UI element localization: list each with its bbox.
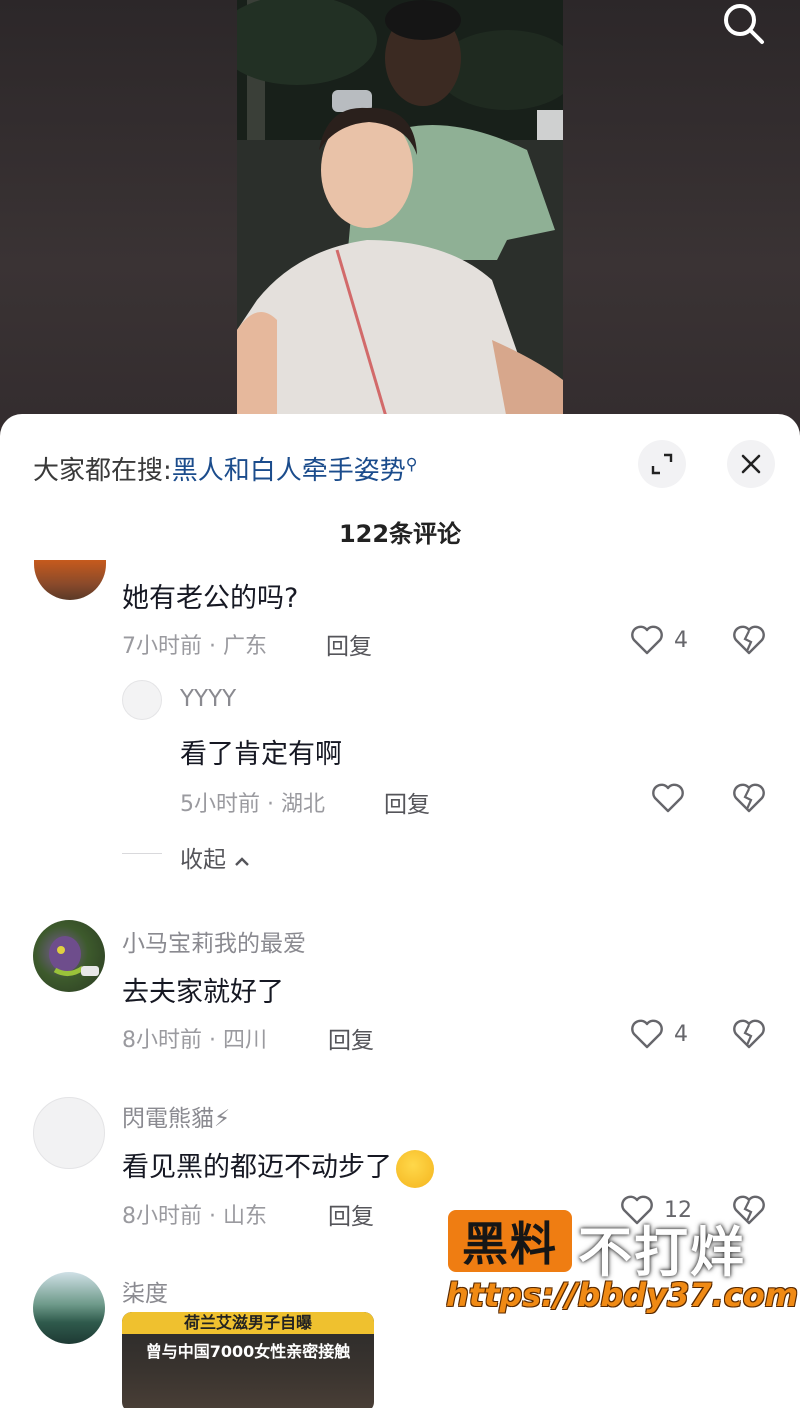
reply-button[interactable]: 回复 xyxy=(328,1021,374,1055)
comment-meta: 8小时前 · 四川 xyxy=(122,1028,267,1053)
hot-search-bar[interactable]: 大家都在搜:黑人和白人牵手姿势⚲ xyxy=(33,450,418,487)
comment-meta: 8小时前 · 山东 xyxy=(122,1204,267,1229)
like-count: 4 xyxy=(674,1021,688,1047)
username[interactable]: 小马宝莉我的最爱 xyxy=(122,924,306,958)
username[interactable]: 柒度 xyxy=(122,1274,168,1308)
chevron-up-icon xyxy=(235,856,250,866)
like-count: 4 xyxy=(674,627,688,653)
thumbnail-subtitle: 曾与中国7000女性亲密接触 xyxy=(145,1342,351,1361)
avatar[interactable] xyxy=(122,680,162,720)
video-frame[interactable] xyxy=(237,0,563,420)
watermark-url: https://bbdy37.com xyxy=(446,1276,799,1314)
dislike-button[interactable] xyxy=(732,782,766,818)
watermark-badge: 黑料 xyxy=(448,1210,572,1272)
close-button[interactable] xyxy=(727,440,775,488)
reply-button[interactable]: 回复 xyxy=(326,627,372,661)
cartoon-pony-icon xyxy=(49,936,99,976)
comment-text: 她有老公的吗? xyxy=(122,583,299,614)
comment-text: 看了肯定有啊 xyxy=(180,739,342,770)
search-button[interactable] xyxy=(718,0,770,52)
reply-button[interactable]: 回复 xyxy=(328,1197,374,1231)
video-background xyxy=(0,0,800,440)
like-button[interactable]: 4 xyxy=(630,624,688,656)
broken-heart-icon xyxy=(733,625,765,655)
avatar[interactable] xyxy=(33,1097,105,1169)
thumbnail-headline: 荷兰艾滋男子自曝 xyxy=(122,1312,374,1334)
close-icon xyxy=(741,454,761,474)
search-icon xyxy=(724,4,764,44)
smiling-emoji-icon xyxy=(396,1149,434,1188)
username[interactable]: YYYY xyxy=(180,686,236,712)
heart-icon xyxy=(631,625,663,655)
avatar[interactable] xyxy=(34,560,106,600)
username[interactable]: 閃電熊貓⚡ xyxy=(122,1099,230,1133)
expand-icon xyxy=(651,453,673,475)
avatar[interactable] xyxy=(33,920,105,992)
dislike-button[interactable] xyxy=(732,624,766,660)
heart-icon xyxy=(652,783,684,813)
video-illustration xyxy=(237,0,563,420)
comment-text: 去夫家就好了 xyxy=(122,977,284,1008)
comment-text-content: 看见黑的都迈不动步了 xyxy=(122,1152,392,1183)
heart-icon xyxy=(631,1019,663,1049)
collapse-label: 收起 xyxy=(180,847,226,873)
hot-search-label: 大家都在搜: xyxy=(33,456,172,486)
like-button[interactable]: 4 xyxy=(630,1018,688,1050)
comment-meta: 5小时前 · 湖北 xyxy=(180,792,325,817)
comment-meta: 7小时前 · 广东 xyxy=(122,634,267,659)
reply-button[interactable]: 回复 xyxy=(384,785,430,819)
hot-search-keyword[interactable]: 黑人和白人牵手姿势 xyxy=(172,456,406,486)
broken-heart-icon xyxy=(733,1019,765,1049)
small-search-icon: ⚲ xyxy=(405,454,418,474)
comment-text: 看见黑的都迈不动步了 xyxy=(122,1145,434,1188)
collapse-replies-button[interactable]: 收起 xyxy=(180,840,251,874)
avatar[interactable] xyxy=(33,1272,105,1344)
like-button[interactable] xyxy=(651,782,695,814)
broken-heart-icon xyxy=(733,783,765,813)
dislike-button[interactable] xyxy=(732,1018,766,1054)
comment-image-thumbnail[interactable]: 荷兰艾滋男子自曝 曾与中国7000女性亲密接触 xyxy=(122,1312,374,1408)
expand-button[interactable] xyxy=(638,440,686,488)
comment-count: 122条评论 xyxy=(338,520,462,548)
collapse-divider xyxy=(122,853,162,854)
